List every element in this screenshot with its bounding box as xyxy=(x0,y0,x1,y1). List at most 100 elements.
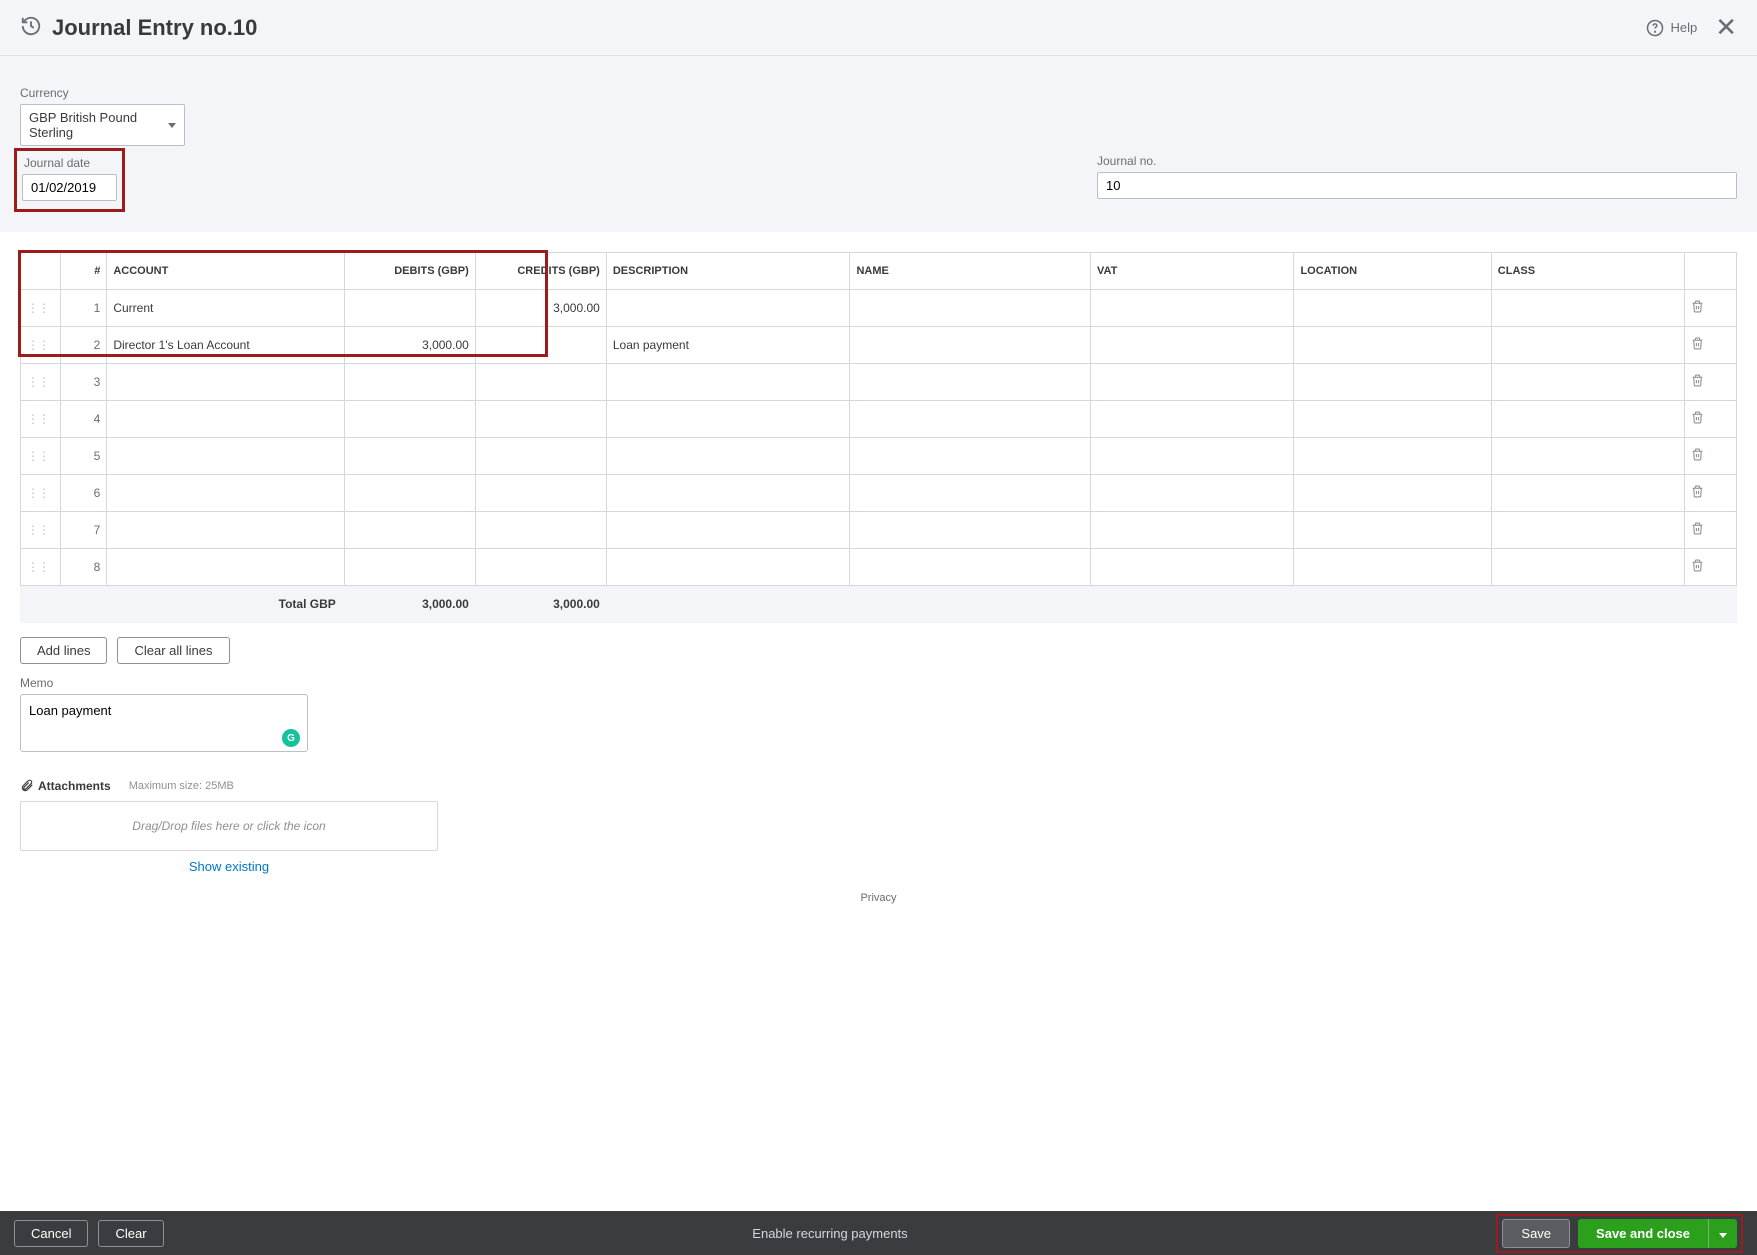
cell-account[interactable] xyxy=(107,438,344,475)
add-lines-button[interactable]: Add lines xyxy=(20,637,107,664)
cell-name[interactable] xyxy=(850,438,1091,475)
table-row[interactable]: ⋮⋮4 xyxy=(21,401,1737,438)
delete-row-icon[interactable] xyxy=(1684,549,1736,586)
cell-debits[interactable] xyxy=(344,290,475,327)
delete-row-icon[interactable] xyxy=(1684,475,1736,512)
cell-credits[interactable]: 3,000.00 xyxy=(475,290,606,327)
drag-handle-icon[interactable]: ⋮⋮ xyxy=(21,327,61,364)
cell-location[interactable] xyxy=(1294,327,1491,364)
enable-recurring-link[interactable]: Enable recurring payments xyxy=(752,1226,907,1241)
show-existing-link[interactable]: Show existing xyxy=(20,859,438,874)
delete-row-icon[interactable] xyxy=(1684,290,1736,327)
cell-vat[interactable] xyxy=(1090,327,1294,364)
table-row[interactable]: ⋮⋮6 xyxy=(21,475,1737,512)
save-and-close-button[interactable]: Save and close xyxy=(1578,1219,1708,1248)
table-row[interactable]: ⋮⋮2Director 1's Loan Account3,000.00Loan… xyxy=(21,327,1737,364)
cell-name[interactable] xyxy=(850,401,1091,438)
close-icon[interactable]: ✕ xyxy=(1715,12,1737,43)
cell-name[interactable] xyxy=(850,327,1091,364)
delete-row-icon[interactable] xyxy=(1684,327,1736,364)
save-and-close-dropdown[interactable] xyxy=(1708,1219,1737,1248)
cell-class[interactable] xyxy=(1491,364,1684,401)
cell-location[interactable] xyxy=(1294,401,1491,438)
cancel-button[interactable]: Cancel xyxy=(14,1220,88,1247)
cell-vat[interactable] xyxy=(1090,512,1294,549)
cell-class[interactable] xyxy=(1491,512,1684,549)
cell-location[interactable] xyxy=(1294,438,1491,475)
cell-name[interactable] xyxy=(850,290,1091,327)
delete-row-icon[interactable] xyxy=(1684,512,1736,549)
cell-vat[interactable] xyxy=(1090,549,1294,586)
save-button[interactable]: Save xyxy=(1502,1219,1570,1248)
cell-credits[interactable] xyxy=(475,475,606,512)
cell-name[interactable] xyxy=(850,549,1091,586)
drag-handle-icon[interactable]: ⋮⋮ xyxy=(21,512,61,549)
cell-name[interactable] xyxy=(850,512,1091,549)
cell-description[interactable]: Loan payment xyxy=(606,327,850,364)
memo-textarea[interactable] xyxy=(20,694,308,752)
cell-class[interactable] xyxy=(1491,475,1684,512)
cell-credits[interactable] xyxy=(475,327,606,364)
cell-credits[interactable] xyxy=(475,438,606,475)
cell-debits[interactable] xyxy=(344,438,475,475)
cell-account[interactable]: Director 1's Loan Account xyxy=(107,327,344,364)
journal-no-input[interactable] xyxy=(1097,172,1737,199)
cell-credits[interactable] xyxy=(475,512,606,549)
table-row[interactable]: ⋮⋮3 xyxy=(21,364,1737,401)
cell-class[interactable] xyxy=(1491,290,1684,327)
cell-location[interactable] xyxy=(1294,512,1491,549)
drag-handle-icon[interactable]: ⋮⋮ xyxy=(21,290,61,327)
cell-vat[interactable] xyxy=(1090,290,1294,327)
attachments-dropzone[interactable]: Drag/Drop files here or click the icon xyxy=(20,801,438,851)
cell-vat[interactable] xyxy=(1090,401,1294,438)
cell-vat[interactable] xyxy=(1090,364,1294,401)
cell-account[interactable] xyxy=(107,549,344,586)
clear-button[interactable]: Clear xyxy=(98,1220,163,1247)
drag-handle-icon[interactable]: ⋮⋮ xyxy=(21,401,61,438)
clear-all-lines-button[interactable]: Clear all lines xyxy=(117,637,229,664)
cell-name[interactable] xyxy=(850,475,1091,512)
cell-description[interactable] xyxy=(606,549,850,586)
cell-location[interactable] xyxy=(1294,475,1491,512)
drag-handle-icon[interactable]: ⋮⋮ xyxy=(21,364,61,401)
cell-description[interactable] xyxy=(606,364,850,401)
cell-credits[interactable] xyxy=(475,549,606,586)
attachments-label[interactable]: Attachments xyxy=(20,779,111,793)
cell-class[interactable] xyxy=(1491,438,1684,475)
cell-description[interactable] xyxy=(606,401,850,438)
cell-credits[interactable] xyxy=(475,364,606,401)
cell-name[interactable] xyxy=(850,364,1091,401)
drag-handle-icon[interactable]: ⋮⋮ xyxy=(21,438,61,475)
cell-account[interactable] xyxy=(107,512,344,549)
cell-vat[interactable] xyxy=(1090,438,1294,475)
cell-debits[interactable] xyxy=(344,364,475,401)
cell-debits[interactable]: 3,000.00 xyxy=(344,327,475,364)
currency-select[interactable]: GBP British Pound Sterling xyxy=(20,104,185,146)
journal-date-input[interactable] xyxy=(22,174,117,201)
help-button[interactable]: Help xyxy=(1646,19,1697,37)
cell-location[interactable] xyxy=(1294,549,1491,586)
cell-debits[interactable] xyxy=(344,549,475,586)
cell-class[interactable] xyxy=(1491,401,1684,438)
drag-handle-icon[interactable]: ⋮⋮ xyxy=(21,549,61,586)
delete-row-icon[interactable] xyxy=(1684,438,1736,475)
drag-handle-icon[interactable]: ⋮⋮ xyxy=(21,475,61,512)
cell-account[interactable] xyxy=(107,401,344,438)
delete-row-icon[interactable] xyxy=(1684,364,1736,401)
cell-description[interactable] xyxy=(606,475,850,512)
cell-description[interactable] xyxy=(606,512,850,549)
cell-location[interactable] xyxy=(1294,290,1491,327)
table-row[interactable]: ⋮⋮8 xyxy=(21,549,1737,586)
cell-location[interactable] xyxy=(1294,364,1491,401)
cell-vat[interactable] xyxy=(1090,475,1294,512)
cell-credits[interactable] xyxy=(475,401,606,438)
table-row[interactable]: ⋮⋮5 xyxy=(21,438,1737,475)
cell-debits[interactable] xyxy=(344,475,475,512)
cell-debits[interactable] xyxy=(344,401,475,438)
table-row[interactable]: ⋮⋮7 xyxy=(21,512,1737,549)
cell-debits[interactable] xyxy=(344,512,475,549)
cell-description[interactable] xyxy=(606,290,850,327)
table-row[interactable]: ⋮⋮1Current3,000.00 xyxy=(21,290,1737,327)
cell-account[interactable] xyxy=(107,364,344,401)
privacy-link[interactable]: Privacy xyxy=(20,892,1737,904)
